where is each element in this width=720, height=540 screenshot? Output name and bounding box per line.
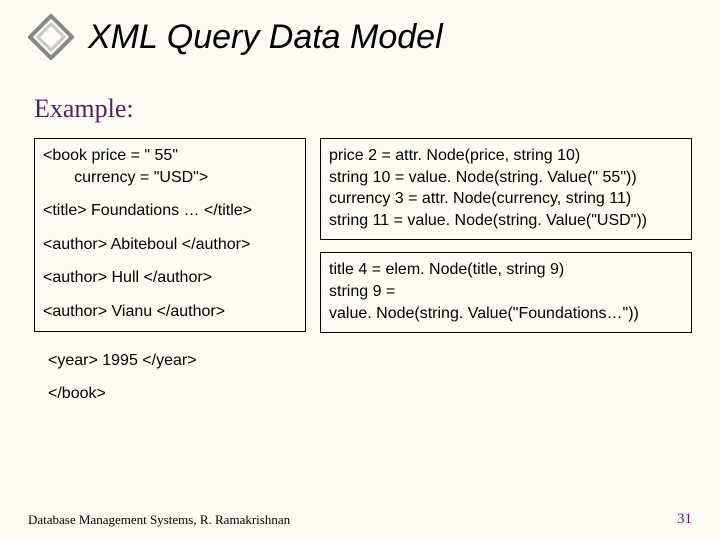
xml-source-box: <book price = " 55" currency = "USD"> <t… [34,138,306,332]
slide-title: XML Query Data Model [88,18,443,57]
code-line: <author> Abiteboul </author> [43,234,297,256]
code-line: title 4 = elem. Node(title, string 9) [329,259,683,281]
code-line: <title> Foundations … </title> [43,200,297,222]
content-row: <book price = " 55" currency = "USD"> <t… [34,138,692,405]
code-line: string 10 = value. Node(string. Value(" … [329,167,683,189]
footer-text: Database Management Systems, R. Ramakris… [28,512,290,528]
code-line: price 2 = attr. Node(price, string 10) [329,145,683,167]
footer: Database Management Systems, R. Ramakris… [28,511,692,528]
title-row: XML Query Data Model [28,14,692,60]
code-line: string 9 = [329,281,683,303]
code-line: </book> [48,383,306,405]
diamond-bullet-icon [28,14,74,60]
code-line: <year> 1995 </year> [48,350,306,372]
example-heading: Example: [34,94,692,124]
code-line: currency = "USD"> [43,167,297,189]
code-line: currency 3 = attr. Node(currency, string… [329,188,683,210]
code-line: <author> Hull </author> [43,267,297,289]
slide: XML Query Data Model Example: <book pric… [0,0,720,540]
code-line: value. Node(string. Value("Foundations…"… [329,303,683,325]
xml-source-tail: <year> 1995 </year> </book> [48,338,306,405]
code-line: <author> Vianu </author> [43,301,297,323]
page-number: 31 [677,511,692,528]
code-line: <book price = " 55" [43,145,297,167]
node-defs-box-2: title 4 = elem. Node(title, string 9) st… [320,252,692,333]
left-column: <book price = " 55" currency = "USD"> <t… [34,138,306,405]
code-line: string 11 = value. Node(string. Value("U… [329,210,683,232]
right-column: price 2 = attr. Node(price, string 10) s… [320,138,692,405]
node-defs-box-1: price 2 = attr. Node(price, string 10) s… [320,138,692,240]
